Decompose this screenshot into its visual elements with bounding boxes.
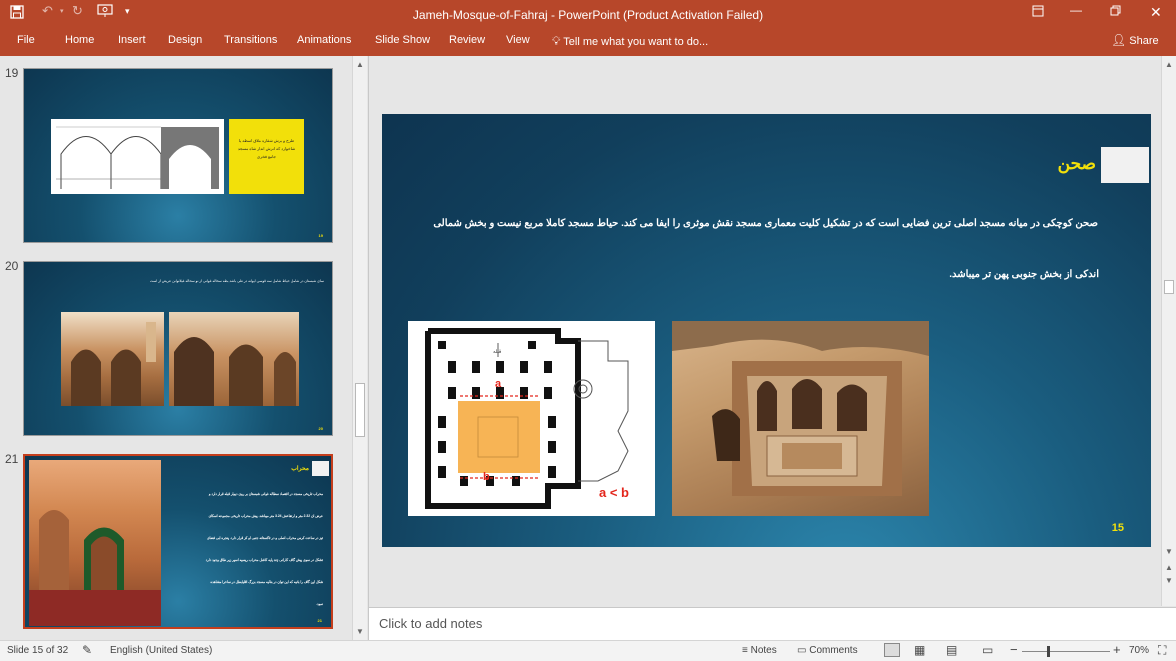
ribbon-display-icon[interactable] [1032,5,1044,20]
tab-file[interactable]: File [17,34,35,46]
tab-transitions[interactable]: Transitions [224,34,277,46]
slide-counter: Slide 15 of 32 [7,645,69,656]
tab-view[interactable]: View [506,34,530,46]
editor-scrollbar[interactable]: ▲ ▼ ▲︎ ▼︎ [1161,56,1176,606]
ribbon-tabs: File Home Insert Design Transitions Anim… [0,28,1176,56]
tab-animations[interactable]: Animations [297,34,351,46]
zoom-slider-thumb[interactable] [1047,646,1050,657]
thumbnail-line: محراب تاریخی مسجد در اقتصاد سطاله غوانی … [208,492,323,496]
notes-button-label: Notes [750,645,777,656]
slide-title[interactable]: صحن [1058,154,1096,174]
next-slide-icon[interactable]: ▼︎ [1163,576,1175,585]
scroll-down-icon[interactable]: ▼ [354,627,366,636]
scrollbar-thumb[interactable] [1164,280,1174,294]
previous-slide-icon[interactable]: ▲︎ [1163,563,1175,572]
thumbnail-caption: طرح و برش شقاره ملاق اسطه یا شاخوارد که … [237,138,296,159]
tab-design[interactable]: Design [168,34,202,46]
scrollbar-thumb[interactable] [355,383,365,437]
zoom-out-icon[interactable]: − [1010,642,1018,657]
thumbnail-line: تیز در ساحت کرس محراب اصلی و در تاکستانه… [206,536,323,540]
tell-me-label: Tell me what you want to do... [563,36,709,48]
thumbnail-photo [61,312,164,406]
spellcheck-icon[interactable]: ✎ [82,643,92,657]
thumbnail-number: 19 [5,66,19,80]
slide-paragraph-line1[interactable]: صحن کوچکی در میانه مسجد اصلی ترین فضایی … [433,218,1098,229]
share-button[interactable]: 👤︎ Share [1111,33,1159,47]
thumbnail-scrollbar[interactable]: ▲ ▼ [352,56,367,640]
title-placeholder-box [1101,147,1149,183]
thumbnail-slide-number: 20 [318,426,323,431]
thumbnail-caption: نمای شبستان در شامل حیاط شامل سه قوسی ای… [149,279,324,283]
thumbnail-photo [29,460,161,626]
slide-sorter-icon[interactable]: ▦ [914,643,925,657]
tab-home[interactable]: Home [65,34,94,46]
person-icon: 👤︎ [1111,33,1127,47]
courtyard-highlight [458,401,540,473]
slideshow-view-icon[interactable]: ▭ [982,643,993,657]
plan-mark: قبله [493,349,502,355]
maximize-icon[interactable] [1110,5,1121,19]
floor-plan-image[interactable]: a b a < b قبله [408,321,655,516]
thumbnail-line: تشکل در سوی پیش گاف کارانی چند پایه کاشل… [205,558,323,562]
zoom-level[interactable]: 70% [1129,645,1149,656]
zoom-in-icon[interactable]: + [1113,642,1121,657]
thumbnail-body: محراب تاریخی مسجد در اقتصاد سطاله غوانی … [163,483,323,615]
thumbnail-title-box [312,461,329,476]
tell-me-box[interactable]: 💡︎ Tell me what you want to do... [552,34,708,49]
window-title: Jameh-Mosque-of-Fahraj - PowerPoint (Pro… [412,8,764,22]
comment-icon: ▭ [797,645,807,656]
plan-label-a: a [495,378,502,390]
thumbnail-slide-number: 21 [317,618,322,623]
share-label: Share [1129,35,1159,47]
thumbnail-title: محراب [291,466,309,472]
thumbnail-slide-number: 19 [318,233,323,238]
fit-to-window-icon[interactable]: ⛶ [1158,643,1166,658]
lightbulb-icon: 💡︎ [552,34,561,48]
yellow-caption-box: طرح و برش شقاره ملاق اسطه یا شاخوارد که … [229,119,304,194]
comments-button-label: Comments [809,645,858,656]
scroll-up-icon[interactable]: ▲ [1163,60,1175,69]
arch-drawing [51,119,224,194]
thumbnail-line: نمود. [316,602,323,606]
thumbnail-line: عرض ان 2.32 متر و ارتفاعش 3.24 متر میباش… [208,514,323,518]
plan-compare-label: a < b [599,485,629,500]
notes-icon: ≡ [742,645,748,656]
comments-button[interactable]: ▭ Comments [797,645,858,656]
current-slide[interactable]: صحن صحن کوچکی در میانه مسجد اصلی ترین فض… [382,114,1151,547]
notes-pane[interactable]: Click to add notes [369,607,1176,640]
notes-button[interactable]: ≡ Notes [742,645,777,656]
tab-insert[interactable]: Insert [118,34,146,46]
thumbnail-slide-19[interactable]: طرح و برش شقاره ملاق اسطه یا شاخوارد که … [23,68,333,243]
courtyard-photo[interactable] [672,321,929,516]
zoom-slider[interactable] [1022,646,1110,657]
plan-label-b: b [483,471,490,483]
slide-editor[interactable]: صحن صحن کوچکی در میانه مسجد اصلی ترین فض… [369,56,1176,606]
thumbnail-slide-21[interactable]: محراب محراب تاریخی مسجد در اقتصاد سطاله … [23,454,333,629]
title-bar: ↶ ▾ ↻ ▾ Jameh-Mosque-of-Fahraj - PowerPo… [0,0,1176,28]
slide-number: 15 [1111,522,1124,534]
scroll-down-icon[interactable]: ▼ [1163,547,1175,556]
thumbnail-photo [169,312,299,406]
notes-placeholder[interactable]: Click to add notes [379,616,482,631]
status-bar: Slide 15 of 32 ✎ English (United States)… [0,640,1176,661]
thumbnail-line: شکل این گاف را بانیه که این توان در بنائ… [210,580,323,584]
minimize-icon[interactable]: — [1070,3,1082,17]
slide-paragraph-line2[interactable]: اندکی از بخش جنوبی پهن تر میباشد. [949,269,1099,280]
normal-view-icon[interactable] [884,643,900,657]
thumbnail-pane[interactable]: 19 طرح و برش شقاره ملاق اسطه یا شاخوارد … [0,56,368,640]
thumbnail-slide-20[interactable]: نمای شبستان در شامل حیاط شامل سه قوسی ای… [23,261,333,436]
tab-slide-show[interactable]: Slide Show [375,34,430,46]
thumbnail-number: 20 [5,259,19,273]
thumbnail-number: 21 [5,452,19,466]
scroll-up-icon[interactable]: ▲ [354,60,366,69]
tab-review[interactable]: Review [449,34,485,46]
reading-view-icon[interactable]: ▤ [946,643,957,657]
language-label[interactable]: English (United States) [110,645,212,656]
close-icon[interactable]: ✕ [1150,4,1162,21]
